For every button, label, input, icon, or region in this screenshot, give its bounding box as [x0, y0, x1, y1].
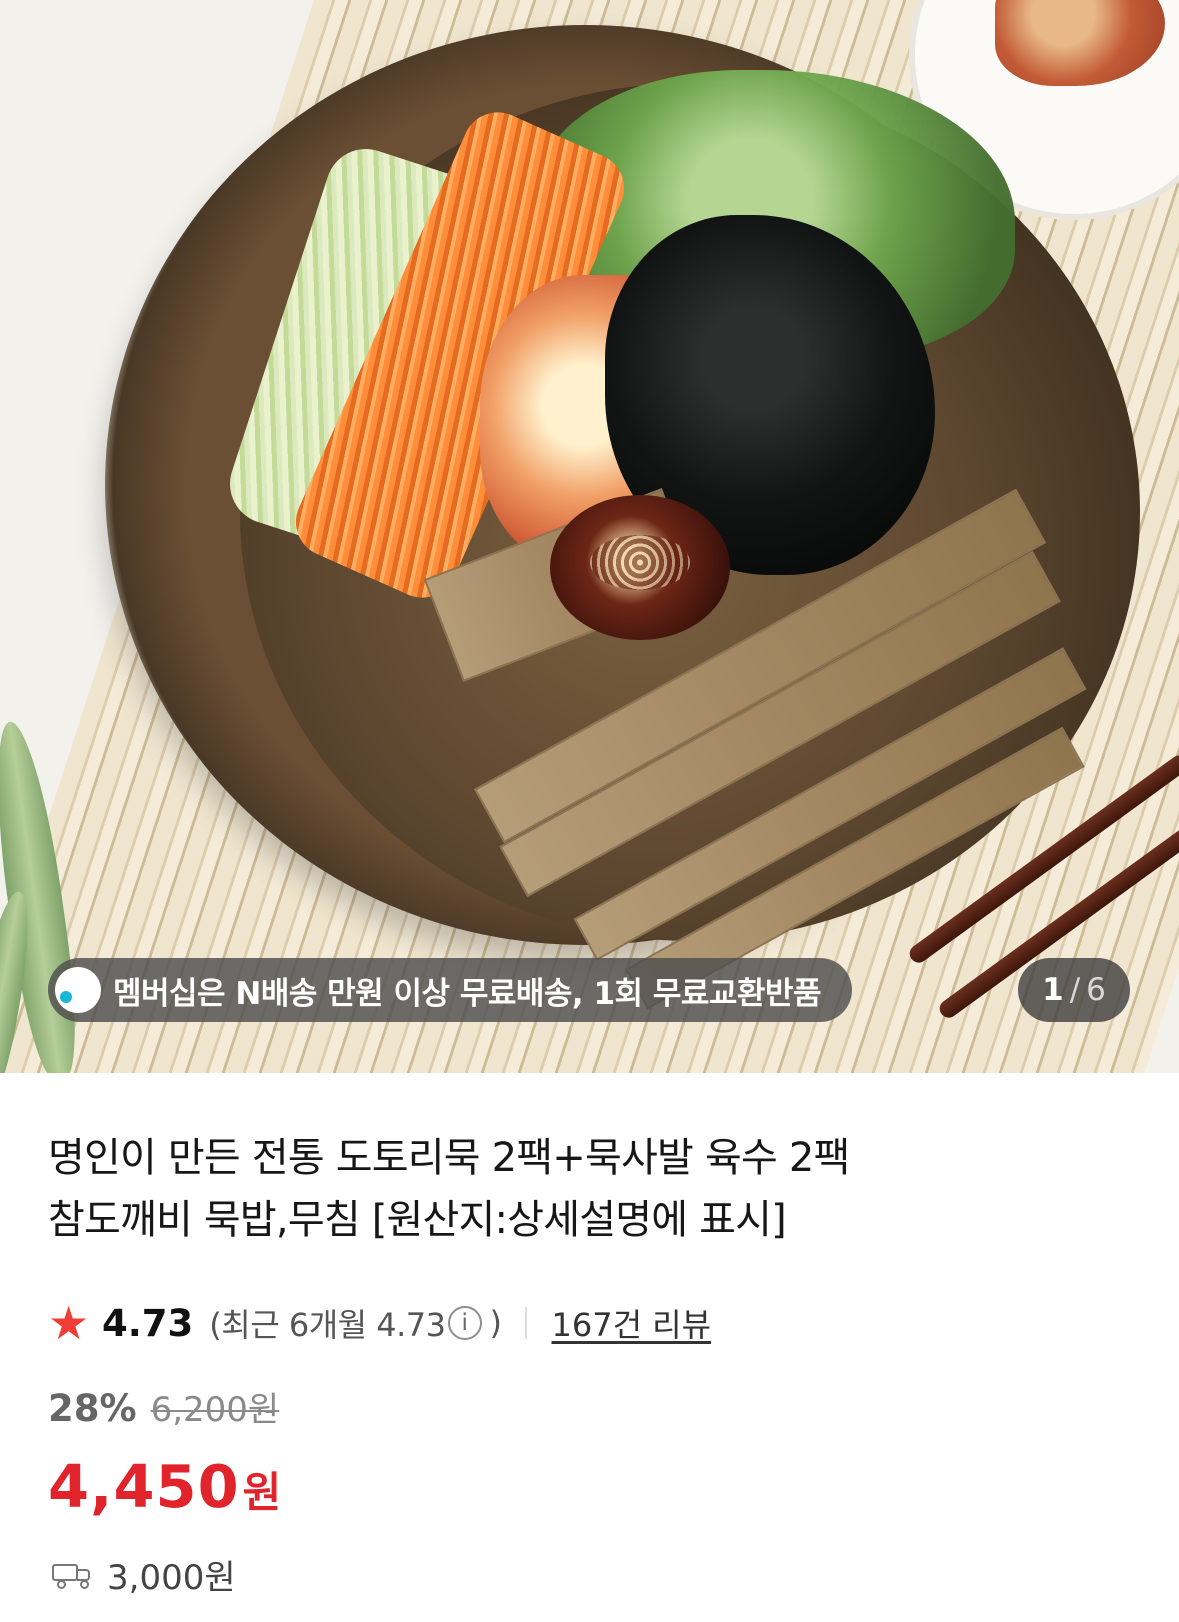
- star-icon: ★: [48, 1296, 90, 1350]
- truck-body-shape: [52, 1563, 78, 1581]
- sale-price-currency: 원: [242, 1468, 282, 1517]
- sale-price: 4,450 원: [48, 1452, 281, 1521]
- discount-rate: 28%: [48, 1387, 137, 1430]
- shipping-fee-text: 3,000원: [107, 1558, 236, 1598]
- truck-wheel-shape: [57, 1579, 66, 1589]
- product-title-line-2: 참도깨비 묵밥,무침 [원산지:상세설명에 표시]: [48, 1197, 787, 1243]
- recent-rating-label: (최근 6개월 4.73: [209, 1306, 446, 1344]
- rating-summary: ★ 4.73 (최근 6개월 4.73 i ) 167건 리뷰: [48, 1298, 711, 1348]
- seasoning-sauce-image: [550, 495, 730, 640]
- original-price: 6,200원: [150, 1390, 280, 1430]
- product-title: 명인이 만든 전통 도토리묵 2팩+묵사발 육수 2팩 참도깨비 묵밥,무침 […: [48, 1127, 1028, 1251]
- recent-rating-close: ): [489, 1304, 502, 1342]
- product-image-gallery[interactable]: 멤버십은 N배송 만원 이상 무료배송, 1회 무료교환반품 1 / 6: [0, 0, 1179, 1073]
- rating-divider: [525, 1307, 528, 1339]
- truck-cab-shape: [77, 1568, 90, 1581]
- membership-notice-text: 멤버십은 N배송 만원 이상 무료배송, 1회 무료교환반품: [113, 975, 821, 1012]
- total-image-count: 6: [1086, 972, 1106, 1008]
- image-counter[interactable]: 1 / 6: [1018, 958, 1130, 1022]
- truck-wheel-shape: [80, 1579, 89, 1589]
- discount-info: 28% 6,200원: [48, 1382, 279, 1431]
- current-image-number: 1: [1042, 972, 1064, 1008]
- recent-rating: (최근 6개월 4.73 i ): [209, 1300, 502, 1346]
- info-icon[interactable]: i: [447, 1306, 482, 1340]
- membership-shipping-banner[interactable]: 멤버십은 N배송 만원 이상 무료배송, 1회 무료교환반품: [48, 958, 852, 1022]
- acorn-jelly-bowl-image: [105, 25, 1140, 1010]
- shipping-fee: 3,000원: [52, 1550, 236, 1599]
- sale-price-amount: 4,450: [48, 1452, 240, 1521]
- product-title-line-1: 명인이 만든 전통 도토리묵 2팩+묵사발 육수 2팩: [48, 1135, 850, 1181]
- product-info: 명인이 만든 전통 도토리묵 2팩+묵사발 육수 2팩 참도깨비 묵밥,무침 […: [48, 1127, 1128, 1251]
- globe-icon: [55, 967, 101, 1013]
- image-counter-separator: /: [1069, 972, 1081, 1008]
- rating-score: 4.73: [102, 1301, 194, 1345]
- truck-icon: [52, 1559, 92, 1591]
- review-count-link[interactable]: 167건 리뷰: [551, 1300, 711, 1346]
